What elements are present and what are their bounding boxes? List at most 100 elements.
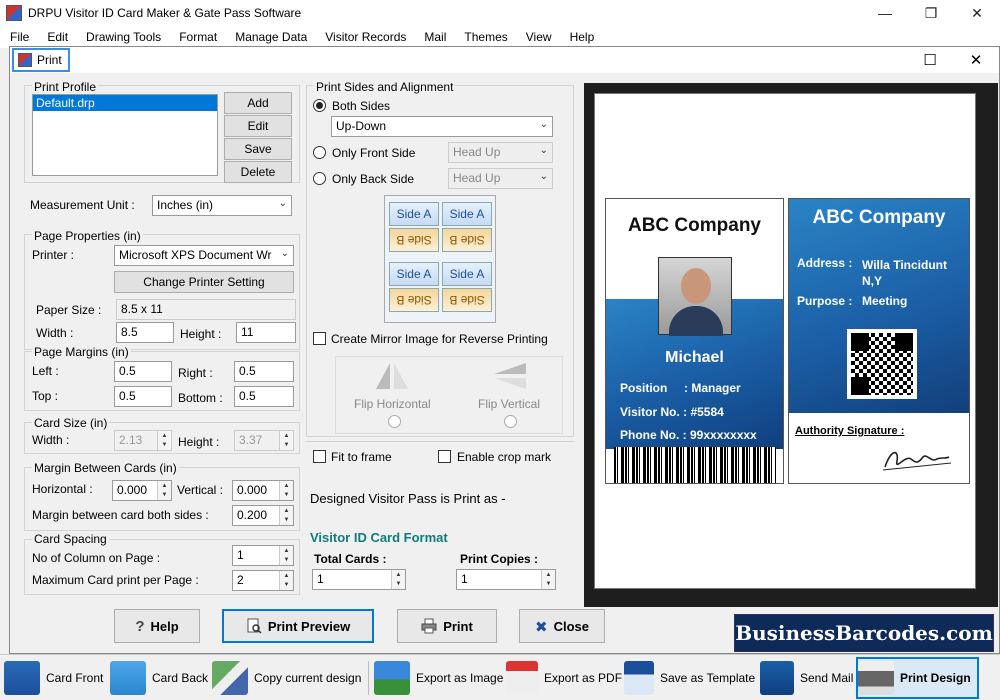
paper-size-field[interactable]: 8.5 x 11 bbox=[116, 299, 296, 320]
total-cards-stepper[interactable]: 1 ▲ ▼ bbox=[312, 569, 406, 590]
spinner-arrows-icon: ▲ ▼ bbox=[541, 570, 555, 589]
export-pdf-button[interactable]: Export as PDF bbox=[506, 657, 622, 699]
vertical-stepper[interactable]: 0.000 ▲ ▼ bbox=[232, 480, 294, 501]
max-cards-stepper[interactable]: 2 ▲ ▼ bbox=[232, 570, 294, 591]
top-margin-field[interactable]: 0.5 bbox=[114, 386, 172, 407]
card-height-value: 3.37 bbox=[239, 433, 263, 447]
menu-manage-data[interactable]: Manage Data bbox=[235, 30, 307, 44]
crop-mark-checkbox[interactable] bbox=[438, 450, 451, 463]
card-front-button[interactable]: Card Front bbox=[4, 657, 103, 699]
edit-profile-button[interactable]: Edit bbox=[224, 115, 292, 137]
columns-stepper[interactable]: 1 ▲ ▼ bbox=[232, 545, 294, 566]
menu-drawing-tools[interactable]: Drawing Tools bbox=[86, 30, 161, 44]
both-sides-margin-stepper[interactable]: 0.200 ▲ ▼ bbox=[232, 505, 294, 526]
close-x-icon: ✖ bbox=[535, 619, 548, 636]
minimize-icon[interactable]: — bbox=[862, 0, 908, 26]
export-pdf-label: Export as PDF bbox=[544, 671, 623, 685]
flip-horizontal-icon bbox=[376, 363, 408, 389]
close-icon[interactable]: ✕ bbox=[954, 0, 1000, 26]
card-back-label: Card Back bbox=[152, 671, 209, 685]
right-margin-field[interactable]: 0.5 bbox=[234, 361, 294, 382]
delete-profile-button[interactable]: Delete bbox=[224, 161, 292, 183]
help-button[interactable]: ? Help bbox=[114, 609, 200, 643]
menu-edit[interactable]: Edit bbox=[47, 30, 68, 44]
measurement-unit-value: Inches (in) bbox=[157, 198, 214, 212]
card-height-stepper[interactable]: 3.37 ▲ ▼ bbox=[234, 430, 294, 451]
print-preview-button[interactable]: Print Preview bbox=[222, 609, 374, 643]
bottom-toolbar: Card Front Card Back Copy current design… bbox=[0, 654, 1000, 700]
send-mail-label: Send Mail bbox=[800, 671, 854, 685]
dialog-close-icon[interactable]: ✕ bbox=[953, 47, 999, 73]
printer-icon bbox=[421, 618, 437, 634]
copy-design-label: Copy current design bbox=[254, 671, 362, 685]
width-field[interactable]: 8.5 bbox=[116, 322, 174, 343]
fit-to-frame-checkbox[interactable] bbox=[313, 450, 326, 463]
printer-icon bbox=[858, 661, 894, 695]
back-only-radio[interactable] bbox=[313, 172, 326, 185]
address-label: Address : bbox=[797, 256, 853, 270]
both-sides-radio[interactable] bbox=[313, 99, 326, 112]
dialog-maximize-icon[interactable]: ☐ bbox=[907, 47, 953, 73]
print-sides-label: Print Sides and Alignment bbox=[314, 80, 456, 94]
front-only-select[interactable]: Head Up ⌄ bbox=[448, 142, 553, 163]
horizontal-stepper[interactable]: 0.000 ▲ ▼ bbox=[112, 480, 172, 501]
send-mail-button[interactable]: Send Mail bbox=[760, 657, 853, 699]
menu-themes[interactable]: Themes bbox=[464, 30, 507, 44]
print-button[interactable]: Print bbox=[397, 609, 497, 643]
export-image-button[interactable]: Export as Image bbox=[374, 657, 503, 699]
mirror-image-checkbox[interactable] bbox=[313, 332, 326, 345]
flip-horizontal-radio[interactable] bbox=[388, 415, 401, 428]
qr-code-icon bbox=[847, 329, 917, 399]
spinner-arrows-icon: ▲ ▼ bbox=[279, 431, 293, 450]
print-design-button[interactable]: Print Design bbox=[856, 657, 979, 699]
columns-label: No of Column on Page : bbox=[32, 551, 161, 565]
back-company-name: ABC Company bbox=[812, 207, 946, 228]
app-logo-icon bbox=[6, 5, 22, 21]
menu-visitor-records[interactable]: Visitor Records bbox=[325, 30, 406, 44]
copy-design-icon bbox=[212, 661, 248, 695]
card-width-stepper[interactable]: 2.13 ▲ ▼ bbox=[114, 430, 172, 451]
visitor-number: Visitor No. : #5584 bbox=[620, 405, 724, 419]
bottom-margin-field[interactable]: 0.5 bbox=[234, 386, 294, 407]
back-only-select[interactable]: Head Up ⌄ bbox=[448, 168, 553, 189]
measurement-unit-select[interactable]: Inches (in) ⌄ bbox=[152, 195, 292, 216]
left-margin-field[interactable]: 0.5 bbox=[114, 361, 172, 382]
printer-label: Printer : bbox=[32, 248, 75, 262]
front-only-radio[interactable] bbox=[313, 146, 326, 159]
side-a-tile: Side A bbox=[389, 202, 439, 226]
menu-format[interactable]: Format bbox=[179, 30, 217, 44]
height-field[interactable]: 11 bbox=[236, 322, 296, 343]
height-label: Height : bbox=[180, 327, 222, 341]
restore-icon[interactable]: ❐ bbox=[908, 0, 954, 26]
print-dialog: Print ☐ ✕ Print Profile Default.drp Add … bbox=[9, 46, 1000, 654]
list-item[interactable]: Default.drp bbox=[33, 95, 217, 111]
side-b-tile: Side B bbox=[389, 288, 439, 312]
save-template-button[interactable]: Save as Template bbox=[624, 657, 755, 699]
print-copies-stepper[interactable]: 1 ▲ ▼ bbox=[456, 569, 556, 590]
both-sides-margin-label: Margin between card both sides : bbox=[32, 508, 209, 522]
print-profile-list[interactable]: Default.drp bbox=[32, 94, 218, 176]
mail-icon bbox=[760, 661, 794, 695]
change-printer-button[interactable]: Change Printer Setting bbox=[114, 271, 294, 293]
back-only-label: Only Back Side bbox=[332, 172, 415, 186]
both-sides-select[interactable]: Up-Down ⌄ bbox=[331, 116, 553, 137]
menu-view[interactable]: View bbox=[526, 30, 552, 44]
spinner-arrows-icon: ▲ ▼ bbox=[279, 481, 293, 500]
card-size-label: Card Size (in) bbox=[32, 416, 110, 430]
divider bbox=[306, 441, 574, 442]
print-copies-label: Print Copies : bbox=[460, 552, 539, 566]
add-profile-button[interactable]: Add bbox=[224, 92, 292, 114]
app-title: DRPU Visitor ID Card Maker & Gate Pass S… bbox=[28, 6, 302, 20]
printer-select[interactable]: Microsoft XPS Document Wr ⌄ bbox=[114, 245, 294, 266]
flip-vertical-radio[interactable] bbox=[504, 415, 517, 428]
both-sides-margin-value: 0.200 bbox=[237, 508, 268, 522]
menu-help[interactable]: Help bbox=[570, 30, 595, 44]
save-profile-button[interactable]: Save bbox=[224, 138, 292, 160]
menu-mail[interactable]: Mail bbox=[424, 30, 446, 44]
card-back-button[interactable]: Card Back bbox=[110, 657, 208, 699]
copy-design-button[interactable]: Copy current design bbox=[212, 657, 361, 699]
close-button[interactable]: ✖ Close bbox=[519, 609, 605, 643]
menu-file[interactable]: File bbox=[10, 30, 29, 44]
print-button-label: Print bbox=[443, 618, 473, 634]
template-icon bbox=[624, 661, 654, 695]
